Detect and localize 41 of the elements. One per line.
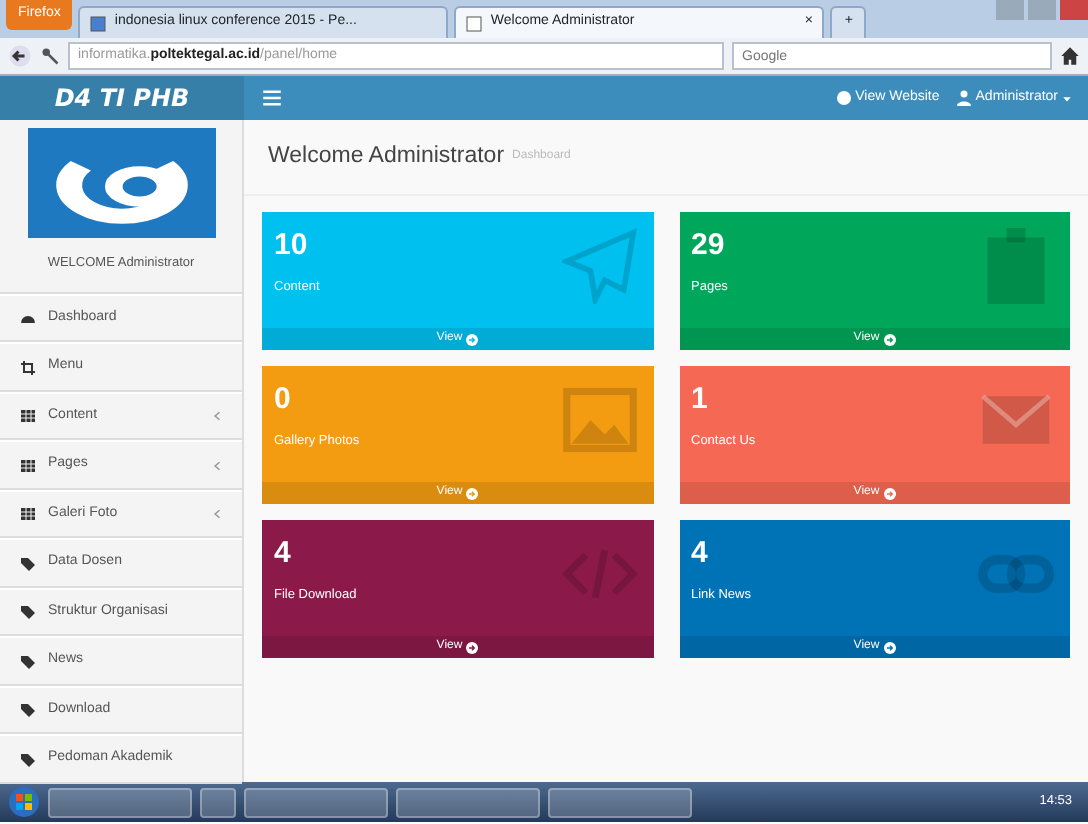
taskbar-button[interactable] <box>244 787 388 817</box>
dashboard-icon <box>20 310 36 326</box>
table-icon <box>20 408 36 424</box>
arrow-circle-icon <box>883 333 896 345</box>
key-icon <box>40 46 60 66</box>
tag-icon <box>20 555 36 571</box>
arrow-circle-icon <box>466 487 479 499</box>
stat-count: 4 <box>274 534 291 574</box>
table-icon <box>20 506 36 522</box>
taskbar-button[interactable] <box>396 787 540 817</box>
page-title: Welcome Administrator <box>268 141 505 172</box>
taskbar-button[interactable] <box>200 787 236 817</box>
caret-icon <box>1062 93 1072 103</box>
crop-icon <box>20 359 36 375</box>
brand-logo: D4 TI PHB <box>0 76 244 120</box>
stat-count: 0 <box>274 380 291 420</box>
stat-count: 10 <box>274 226 308 266</box>
arrow-circle-icon <box>466 641 479 653</box>
menu-icon[interactable] <box>260 88 284 108</box>
stat-count: 29 <box>691 226 725 266</box>
back-icon <box>8 44 32 68</box>
page-icon <box>90 15 107 31</box>
start-icon <box>8 786 40 818</box>
tag-icon <box>20 653 36 669</box>
user-icon <box>955 90 972 106</box>
stat-count: 1 <box>691 380 708 420</box>
arrow-circle-icon <box>466 333 479 345</box>
plane-icon <box>561 228 637 304</box>
image-icon <box>561 382 637 458</box>
arrow-circle-icon <box>883 487 896 499</box>
globe-icon <box>835 90 852 106</box>
tag-icon <box>20 702 36 718</box>
tag-icon <box>20 604 36 620</box>
table-icon <box>20 457 36 473</box>
taskbar-button[interactable] <box>548 787 692 817</box>
tag-icon <box>20 751 36 767</box>
page-icon <box>466 15 483 31</box>
home-icon <box>1060 46 1080 66</box>
stat-count: 4 <box>691 534 708 574</box>
arrow-circle-icon <box>883 641 896 653</box>
taskbar-button[interactable] <box>48 787 192 817</box>
